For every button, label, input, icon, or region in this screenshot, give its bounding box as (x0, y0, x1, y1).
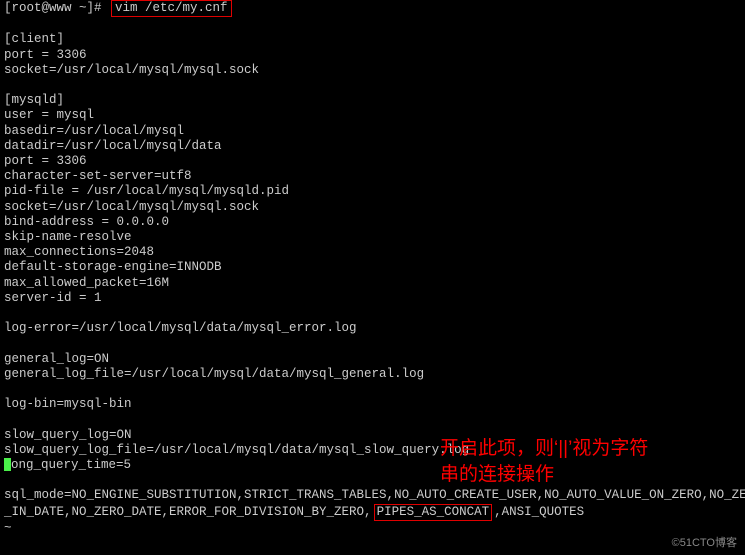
config-bind-address: bind-address = 0.0.0.0 (4, 215, 741, 230)
long-query-rest: ong_query_time=5 (11, 458, 131, 472)
config-skip-name-resolve: skip-name-resolve (4, 230, 741, 245)
config-client-port: port = 3306 (4, 48, 741, 63)
config-mysqld-section: [mysqld] (4, 93, 741, 108)
pipes-as-concat-highlight-box: PIPES_AS_CONCAT (374, 504, 493, 521)
sql-mode-part1: _IN_DATE,NO_ZERO_DATE,ERROR_FOR_DIVISION… (4, 505, 372, 519)
config-general-log-file: general_log_file=/usr/local/mysql/data/m… (4, 367, 741, 382)
blank-line (4, 336, 741, 351)
command-text: vim /etc/my.cnf (115, 1, 228, 15)
config-socket: socket=/usr/local/mysql/mysql.sock (4, 200, 741, 215)
blank-line (4, 306, 741, 321)
vim-cursor (4, 458, 11, 471)
config-sql-mode-line2: _IN_DATE,NO_ZERO_DATE,ERROR_FOR_DIVISION… (4, 504, 741, 521)
config-client-section: [client] (4, 32, 741, 47)
sql-mode-part3: ,ANSI_QUOTES (494, 505, 584, 519)
annotation-line1: 开启此项，则‘||’视为字符 (440, 436, 695, 462)
config-datadir: datadir=/usr/local/mysql/data (4, 139, 741, 154)
pipes-as-concat-text: PIPES_AS_CONCAT (377, 505, 490, 519)
config-log-error: log-error=/usr/local/mysql/data/mysql_er… (4, 321, 741, 336)
blank-line (4, 412, 741, 427)
config-basedir: basedir=/usr/local/mysql (4, 124, 741, 139)
vim-tilde-line: ~ (4, 521, 741, 536)
config-client-socket: socket=/usr/local/mysql/mysql.sock (4, 63, 741, 78)
annotation-line2: 串的连接操作 (440, 462, 695, 488)
annotation-text: 开启此项，则‘||’视为字符 串的连接操作 (440, 436, 695, 488)
shell-prompt: [root@www ~]# (4, 1, 109, 16)
shell-prompt-line: [root@www ~]# vim /etc/my.cnf (4, 0, 741, 17)
config-pidfile: pid-file = /usr/local/mysql/mysqld.pid (4, 184, 741, 199)
config-charset: character-set-server=utf8 (4, 169, 741, 184)
blank-line (4, 382, 741, 397)
config-max-packet: max_allowed_packet=16M (4, 276, 741, 291)
config-log-bin: log-bin=mysql-bin (4, 397, 741, 412)
config-sql-mode-line1: sql_mode=NO_ENGINE_SUBSTITUTION,STRICT_T… (4, 488, 741, 503)
blank-line (4, 78, 741, 93)
config-max-connections: max_connections=2048 (4, 245, 741, 260)
config-user: user = mysql (4, 108, 741, 123)
config-port: port = 3306 (4, 154, 741, 169)
command-highlight-box: vim /etc/my.cnf (111, 0, 232, 17)
blank-line (4, 17, 741, 32)
watermark: ©51CTO博客 (672, 536, 737, 551)
config-engine: default-storage-engine=INNODB (4, 260, 741, 275)
config-server-id: server-id = 1 (4, 291, 741, 306)
config-general-log: general_log=ON (4, 352, 741, 367)
